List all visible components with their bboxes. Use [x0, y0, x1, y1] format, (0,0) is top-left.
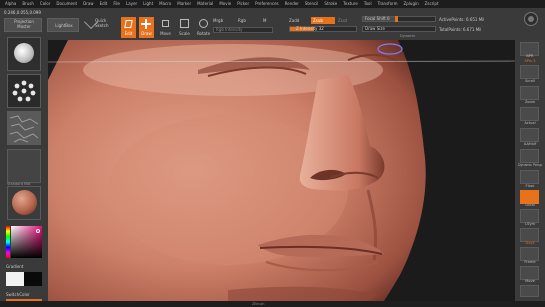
color-cursor: [36, 229, 40, 233]
mrgb-button[interactable]: Mrgb: [213, 18, 223, 23]
menu-item-edit[interactable]: Edit: [100, 0, 108, 8]
move-icon: [162, 20, 169, 27]
stroke-thumbnail[interactable]: [7, 74, 41, 108]
rgb-intensity-slider[interactable]: Rgb Intensity: [213, 27, 273, 33]
menu-item-brush[interactable]: Brush: [22, 0, 34, 8]
floor-button[interactable]: [520, 170, 539, 184]
menu-item-tool[interactable]: Tool: [364, 0, 372, 8]
material-thumbnail[interactable]: [7, 186, 41, 220]
menu-item-stroke[interactable]: Stroke: [324, 0, 337, 8]
menu-item-zscript[interactable]: Zscript: [425, 0, 439, 8]
menu-item-movie[interactable]: Movie: [219, 0, 231, 8]
menu-item-picker[interactable]: Picker: [237, 0, 249, 8]
frame-button[interactable]: [520, 247, 539, 261]
menu-item-alpha[interactable]: Alpha: [5, 0, 16, 8]
menu-item-document[interactable]: Document: [56, 0, 77, 8]
sculpt-face-render: [48, 40, 515, 301]
alpha-texture-icon: [8, 112, 40, 144]
document-canvas[interactable]: [48, 40, 515, 301]
switch-color-button[interactable]: SwitchColor: [6, 292, 30, 297]
projection-master-button[interactable]: Projection Master: [4, 18, 42, 32]
menu-item-marker[interactable]: Marker: [177, 0, 191, 8]
aahalf-button[interactable]: [520, 128, 539, 142]
gradient-label: Gradient: [6, 264, 24, 269]
spix-label[interactable]: SPix 3: [516, 59, 544, 63]
z-intensity-slider[interactable]: Z Intensity 32: [289, 26, 357, 32]
menu-item-render[interactable]: Render: [285, 0, 299, 8]
move-button[interactable]: Move: [158, 17, 173, 38]
menu-item-macro[interactable]: Macro: [159, 0, 171, 8]
zbrush-logo: ZBrush: [252, 302, 265, 306]
dots-stroke-icon: [12, 80, 36, 102]
rotate-button[interactable]: Rotate: [196, 17, 211, 38]
actual-button[interactable]: [520, 107, 539, 121]
color-picker[interactable]: [6, 226, 42, 258]
edit-button[interactable]: Edit: [121, 17, 136, 38]
scroll-button[interactable]: [520, 65, 539, 79]
menu-item-light[interactable]: Light: [143, 0, 153, 8]
zsub-button[interactable]: Zsub: [311, 17, 335, 24]
coordinates-readout: 0.246,0.055,0.099: [4, 10, 41, 15]
menu-item-file[interactable]: File: [113, 0, 120, 8]
draw-size-slider[interactable]: Draw Size: [362, 26, 436, 32]
menu-item-stencil[interactable]: Stencil: [305, 0, 319, 8]
menu-item-preferences[interactable]: Preferences: [255, 0, 279, 8]
dynamic-toggle[interactable]: Dynamic: [400, 34, 415, 39]
menu-item-transform[interactable]: Transform: [378, 0, 398, 8]
top-toolbar: 0.246,0.055,0.099 Projection Master Ligh…: [0, 8, 545, 40]
hue-strip[interactable]: [6, 226, 10, 258]
secondary-color-swatch[interactable]: [24, 272, 42, 286]
active-points-readout: ActivePoints: 6.651 Mil: [439, 17, 485, 22]
scale-icon: [180, 19, 189, 28]
bpr-label: BPR: [526, 54, 534, 58]
menu-item-layer[interactable]: Layer: [126, 0, 137, 8]
menu-item-draw[interactable]: Draw: [83, 0, 93, 8]
draw-button[interactable]: Draw: [139, 17, 154, 38]
total-points-readout: TotalPoints: 6.671 Mil: [439, 27, 482, 32]
material-label: Standard Mat: [7, 182, 31, 186]
help-icon[interactable]: [524, 12, 538, 26]
texture-thumbnail[interactable]: [7, 149, 41, 183]
rgb-button[interactable]: Rgb: [238, 18, 246, 23]
zoom-button[interactable]: [520, 86, 539, 100]
scale-button[interactable]: Scale: [177, 17, 192, 38]
focal-shift-slider[interactable]: Focal Shift 0: [362, 16, 436, 22]
lightbox-button[interactable]: LightBox: [47, 18, 79, 32]
zadd-button[interactable]: Zadd: [289, 18, 299, 23]
standard-brush-icon: [14, 43, 34, 63]
menu-item-texture[interactable]: Texture: [343, 0, 358, 8]
persp-button[interactable]: [520, 149, 539, 163]
gxyz-button[interactable]: [520, 228, 539, 242]
menu-item-zplugin[interactable]: Zplugin: [404, 0, 419, 8]
local-button[interactable]: [520, 190, 539, 204]
menu-item-material[interactable]: Material: [197, 0, 213, 8]
menu-item-color[interactable]: Color: [40, 0, 50, 8]
rotate-icon: [199, 19, 208, 28]
scale-view-button[interactable]: [520, 285, 539, 297]
bottom-bar: ZBrush: [0, 301, 545, 307]
move-view-button[interactable]: [520, 266, 539, 280]
m-button[interactable]: M: [263, 18, 266, 23]
zcut-button[interactable]: Zcut: [338, 18, 347, 23]
quick-sketch-button[interactable]: Quick Sketch: [95, 18, 117, 28]
lsym-button[interactable]: [520, 209, 539, 223]
material-sphere-icon: [12, 190, 37, 215]
edit-icon: [124, 20, 133, 28]
brush-thumbnail[interactable]: [7, 37, 41, 71]
menu-bar: Alpha Brush Color Document Draw Edit File Layer…: [0, 0, 545, 8]
main-color-swatch[interactable]: [6, 272, 24, 286]
alpha-thumbnail[interactable]: [7, 111, 41, 145]
